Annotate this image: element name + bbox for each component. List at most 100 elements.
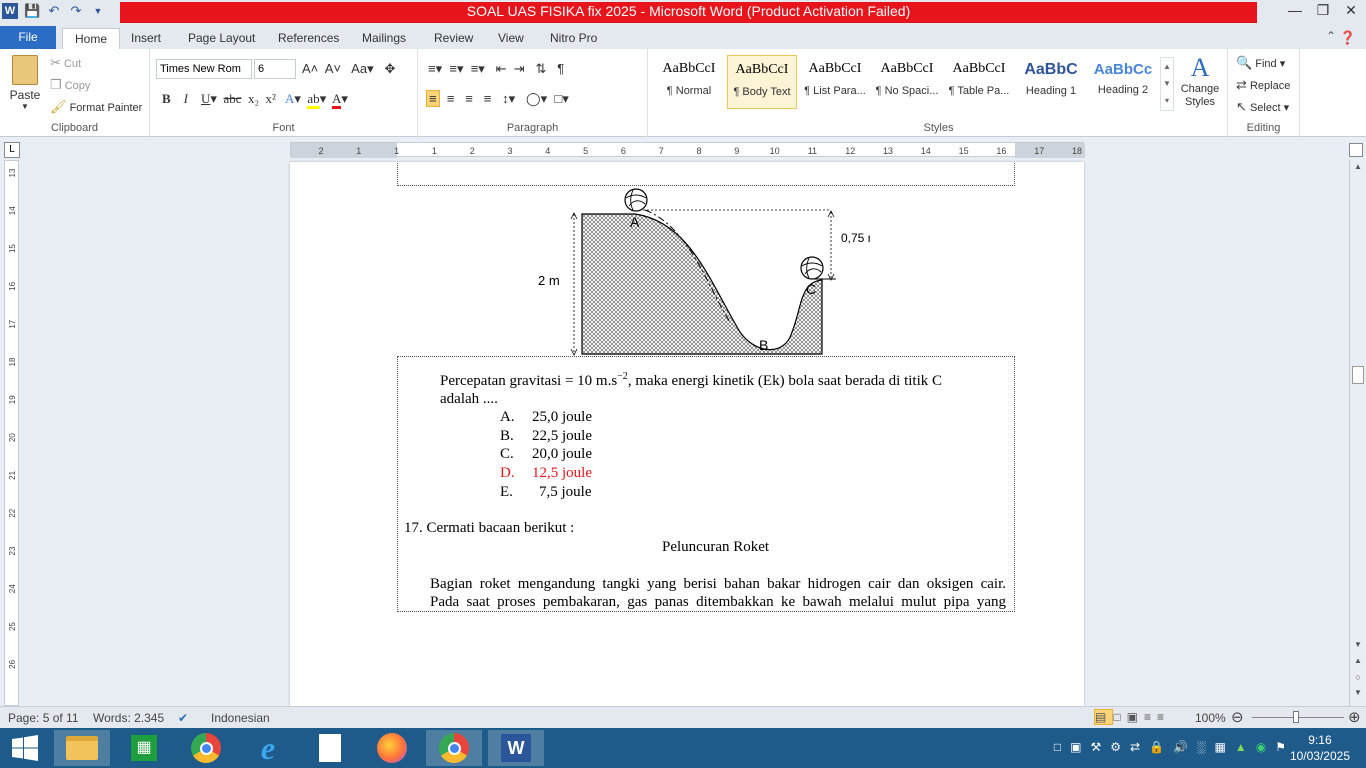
ruler-toggle-icon[interactable]: L	[4, 142, 20, 158]
maximize-icon[interactable]: ❐	[1314, 2, 1332, 19]
copy-button[interactable]: ❐ Copy	[50, 77, 90, 93]
zoom-in-icon[interactable]: ⊕	[1348, 708, 1361, 726]
document-page[interactable]: A B C 2 m 0,75 m Percepatan gravitasi = …	[290, 162, 1084, 706]
browse-object-icon[interactable]: ○	[1350, 672, 1366, 682]
underline-icon[interactable]: U	[201, 91, 210, 106]
style-normal[interactable]: AaBbCcI ¶ Normal	[654, 55, 724, 109]
tab-file[interactable]: File	[0, 26, 56, 49]
paste-button[interactable]: Paste ▼	[8, 55, 42, 111]
tray-security-icon[interactable]: 🔒	[1149, 740, 1164, 754]
change-case-icon[interactable]: Aa▾	[351, 61, 373, 76]
tab-mailings[interactable]: Mailings	[350, 28, 418, 49]
strikethrough-icon[interactable]: abc	[223, 91, 241, 106]
style-heading-2[interactable]: AaBbCc Heading 2	[1088, 55, 1158, 109]
font-name-combo[interactable]: Times New Rom	[156, 59, 252, 79]
proofing-icon[interactable]: ✔	[178, 711, 188, 725]
style-table-paragraph[interactable]: AaBbCcI ¶ Table Pa...	[944, 55, 1014, 109]
tray-status-icon[interactable]: ◉	[1256, 740, 1266, 754]
replace-button[interactable]: ⇄ Replace	[1236, 77, 1290, 93]
highlight-icon[interactable]: ab	[307, 91, 320, 109]
web-layout-icon[interactable]: ▣	[1127, 710, 1144, 724]
justify-icon[interactable]: ≡	[484, 91, 492, 106]
taskbar-chrome[interactable]	[178, 730, 234, 766]
taskbar-internet-explorer[interactable]: e	[240, 730, 296, 766]
change-styles-button[interactable]: A Change Styles	[1176, 53, 1224, 109]
italic-icon[interactable]: I	[184, 91, 188, 106]
tab-insert[interactable]: Insert	[119, 28, 173, 49]
taskbar-firefox[interactable]	[364, 730, 420, 766]
cut-button[interactable]: ✂ Cut	[50, 55, 81, 71]
undo-icon[interactable]: ↶	[46, 3, 62, 19]
tab-references[interactable]: References	[266, 28, 351, 49]
full-screen-icon[interactable]: □	[1113, 710, 1126, 724]
speaker-icon[interactable]: 🔊	[1173, 740, 1188, 754]
zoom-slider-thumb[interactable]	[1293, 711, 1299, 723]
word-count[interactable]: Words: 2.345	[93, 711, 164, 725]
font-size-combo[interactable]: 6	[254, 59, 296, 79]
tab-page-layout[interactable]: Page Layout	[176, 28, 267, 49]
tray-tool-icon[interactable]: ⚒	[1091, 740, 1102, 754]
tab-nitro-pro[interactable]: Nitro Pro	[538, 28, 609, 49]
bullets-icon[interactable]: ≡	[428, 61, 436, 76]
next-page-icon[interactable]: ▼	[1350, 688, 1366, 697]
redo-icon[interactable]: ↷	[68, 3, 84, 19]
taskbar-clock[interactable]: 9:16 10/03/2025	[1290, 732, 1350, 764]
grow-font-icon[interactable]: A˄	[302, 61, 318, 76]
shrink-font-icon[interactable]: A˅	[325, 61, 341, 76]
superscript-icon[interactable]: x²	[266, 91, 276, 106]
line-spacing-icon[interactable]: ↕	[502, 91, 509, 106]
tray-app-icon[interactable]: ▲	[1235, 740, 1247, 754]
view-ruler-icon[interactable]	[1349, 143, 1363, 157]
align-left-icon[interactable]: ≡	[426, 90, 440, 107]
show-marks-icon[interactable]: ¶	[557, 61, 564, 76]
style-list-paragraph[interactable]: AaBbCcI ¶ List Para...	[800, 55, 870, 109]
tab-home[interactable]: Home	[62, 28, 121, 49]
prev-page-icon[interactable]: ▲	[1350, 656, 1366, 665]
scrollbar-thumb[interactable]	[1352, 366, 1364, 384]
bold-icon[interactable]: B	[162, 91, 171, 106]
action-center-icon[interactable]: ⚑	[1275, 740, 1286, 754]
multilevel-icon[interactable]: ≡	[471, 61, 479, 76]
sort-icon[interactable]: ⇅	[536, 61, 547, 76]
horizontal-ruler[interactable]: 2 1 1 1 2 3 4 5 6 7 8 9 10 11 12 13 14 15 16 17 18	[290, 142, 1085, 158]
tab-view[interactable]: View	[486, 28, 536, 49]
taskbar-file-explorer[interactable]	[54, 730, 110, 766]
text-effects-icon[interactable]: A	[285, 91, 294, 106]
language[interactable]: Indonesian	[211, 711, 270, 725]
style-body-text[interactable]: AaBbCcI ¶ Body Text	[727, 55, 797, 109]
subscript-icon[interactable]: x₂	[248, 91, 259, 106]
tray-device-icon[interactable]: ▣	[1070, 740, 1081, 754]
tray-settings-icon[interactable]: ⚙	[1110, 740, 1121, 754]
page-count[interactable]: Page: 5 of 11	[8, 711, 79, 725]
find-button[interactable]: 🔍 Find ▾	[1236, 55, 1285, 71]
numbering-icon[interactable]: ≡	[449, 61, 457, 76]
signal-icon[interactable]: ░	[1197, 740, 1206, 754]
shading-icon[interactable]: ◯	[526, 91, 541, 106]
clear-format-icon[interactable]: ✥	[384, 61, 395, 76]
taskbar-store[interactable]: ▦	[116, 730, 172, 766]
customize-qat-icon[interactable]: ▼	[90, 3, 106, 19]
minimize-icon[interactable]: —	[1286, 2, 1304, 19]
minimize-ribbon-icon[interactable]: ⌃	[1326, 29, 1336, 43]
draft-icon[interactable]: ≡	[1157, 710, 1170, 724]
vertical-scrollbar[interactable]: ▲ ▼ ▲ ○ ▼	[1349, 160, 1366, 706]
taskbar-chrome-profile[interactable]	[426, 730, 482, 766]
vertical-ruler[interactable]: 13 14 15 16 17 18 19 20 21 22 23 24 25 26	[4, 160, 19, 706]
tray-network-drive-icon[interactable]: □	[1054, 740, 1061, 754]
help-icon[interactable]: ❓	[1340, 30, 1356, 46]
style-no-spacing[interactable]: AaBbCcI ¶ No Spaci...	[872, 55, 942, 109]
align-center-icon[interactable]: ≡	[447, 91, 455, 106]
format-painter-button[interactable]: 🖌 Format Painter	[50, 99, 142, 115]
close-icon[interactable]: ✕	[1342, 2, 1360, 19]
style-heading-1[interactable]: AaBbC Heading 1	[1016, 55, 1086, 109]
align-right-icon[interactable]: ≡	[465, 91, 473, 106]
select-button[interactable]: ↖ Select ▾	[1236, 99, 1289, 115]
increase-indent-icon[interactable]: ⇥	[514, 61, 525, 76]
print-layout-icon[interactable]: ▤	[1094, 709, 1114, 725]
zoom-out-icon[interactable]: ⊖	[1231, 708, 1244, 726]
scroll-down-icon[interactable]: ▼	[1350, 640, 1366, 649]
outline-icon[interactable]: ≡	[1144, 710, 1157, 724]
tray-display-icon[interactable]: ▦	[1215, 740, 1226, 754]
zoom-level[interactable]: 100%	[1195, 711, 1226, 725]
decrease-indent-icon[interactable]: ⇤	[496, 61, 507, 76]
